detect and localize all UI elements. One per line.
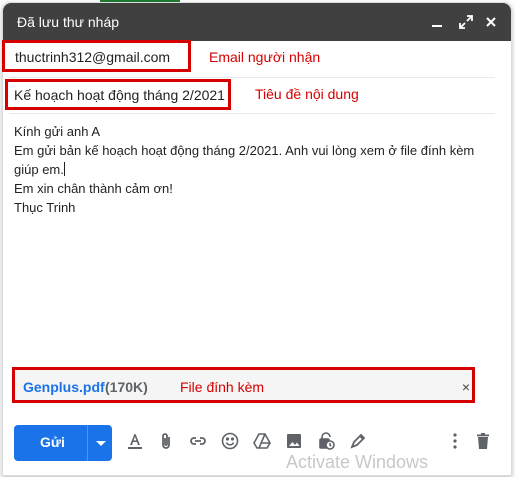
body-line: giúp em. — [14, 162, 64, 177]
expand-icon[interactable] — [456, 12, 476, 32]
compose-window: Đã lưu thư nháp — [2, 2, 512, 476]
more-icon[interactable] — [444, 430, 466, 452]
attachment-size: (170K) — [105, 379, 148, 395]
compose-toolbar: Gửi — [0, 420, 508, 464]
recipient-field[interactable]: thuctrinh312@gmail.com — [2, 40, 191, 72]
body-line: Em xin chân thành cảm ơn! — [14, 181, 173, 196]
send-divider — [87, 425, 88, 461]
body-line: Kính gửi anh A — [14, 124, 101, 139]
minimize-icon[interactable] — [427, 12, 447, 32]
attach-icon[interactable] — [155, 430, 177, 452]
attachment-chip[interactable]: Genplus.pdf (170K) File đính kèm × — [12, 367, 475, 403]
close-icon[interactable] — [481, 12, 501, 32]
drive-icon[interactable] — [251, 430, 273, 452]
recipient-annotation: Email người nhận — [209, 49, 321, 65]
format-text-icon[interactable] — [124, 430, 146, 452]
send-button[interactable]: Gửi — [14, 425, 112, 461]
emoji-icon[interactable] — [219, 430, 241, 452]
body-line-with-caret: giúp em. — [14, 160, 484, 179]
send-options-icon[interactable] — [96, 441, 106, 446]
compose-title: Đã lưu thư nháp — [17, 14, 120, 30]
trash-icon[interactable] — [472, 430, 494, 452]
subject-field[interactable]: Kế hoạch hoạt động tháng 2/2021 — [5, 79, 231, 110]
send-label: Gửi — [40, 434, 65, 450]
body-line: Thục Trinh — [14, 200, 76, 215]
subject-annotation: Tiêu đề nội dung — [255, 86, 359, 102]
signature-icon[interactable] — [347, 430, 369, 452]
remove-attachment-icon[interactable]: × — [462, 379, 470, 395]
attachment-annotation: File đính kèm — [180, 379, 265, 395]
attachment-name[interactable]: Genplus.pdf — [23, 379, 105, 395]
confidential-icon[interactable] — [315, 430, 337, 452]
body-line: Em gửi bản kế hoạch hoạt động tháng 2/20… — [14, 143, 475, 158]
message-body[interactable]: Kính gửi anh A Em gửi bản kế hoạch hoạt … — [14, 122, 484, 217]
text-caret — [63, 162, 65, 176]
photo-icon[interactable] — [283, 430, 305, 452]
link-icon[interactable] — [187, 430, 209, 452]
activate-windows-watermark: Activate Windows — [286, 452, 429, 472]
compose-header: Đã lưu thư nháp — [3, 3, 511, 41]
